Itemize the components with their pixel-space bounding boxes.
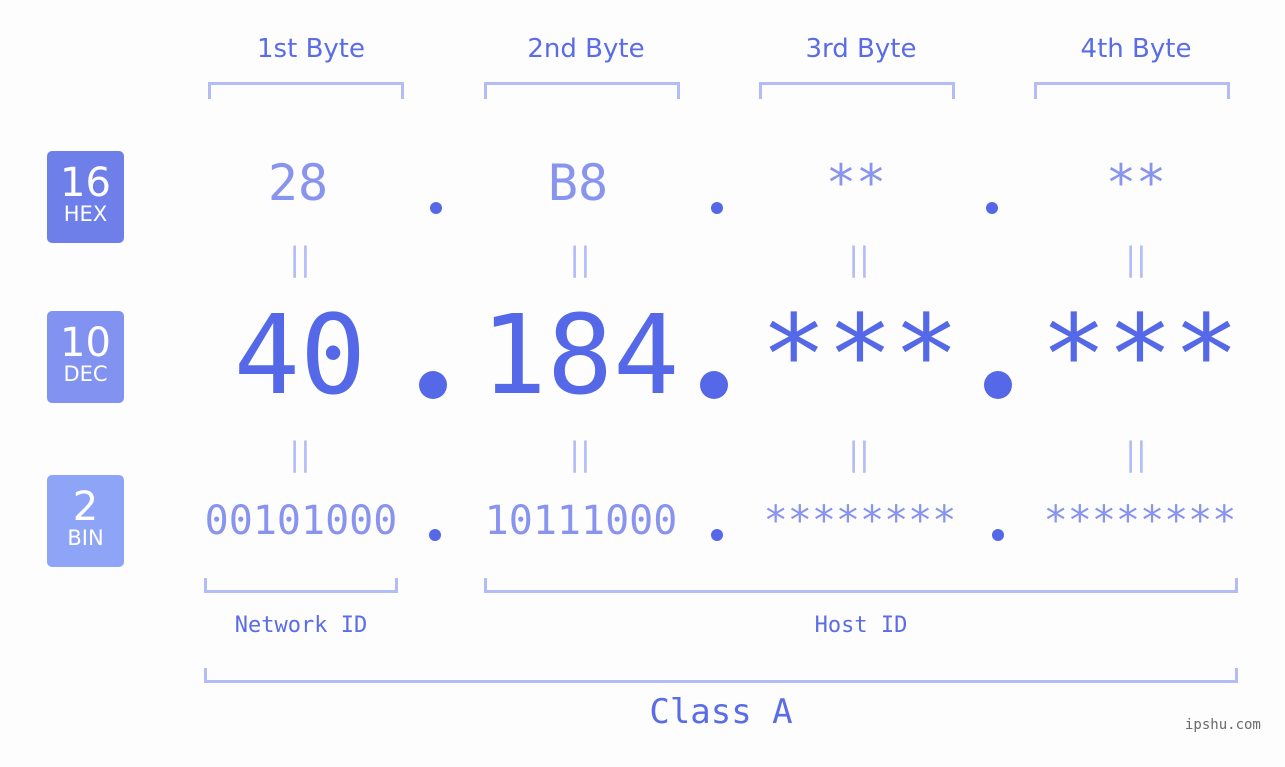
bin-byte-2: 10111000: [484, 498, 678, 544]
byte-bracket-3: [759, 82, 955, 99]
equals-icon: ||: [1125, 240, 1147, 278]
equals-icon: ||: [1125, 435, 1147, 473]
equals-icon: ||: [289, 435, 311, 473]
dec-byte-2: 184: [480, 291, 680, 419]
equals-icon: ||: [848, 240, 870, 278]
byte-bracket-2: [484, 82, 680, 99]
bin-separator-dot: [429, 529, 441, 541]
hex-separator-dot: [430, 202, 442, 214]
byte-header-3: 3rd Byte: [805, 34, 917, 64]
class-bracket: [204, 668, 1238, 683]
equals-icon: ||: [848, 435, 870, 473]
byte-header-1: 1st Byte: [257, 34, 365, 64]
network-id-label: Network ID: [234, 613, 368, 638]
dec-byte-3: ***: [760, 291, 960, 419]
watermark: ipshu.com: [1185, 717, 1261, 733]
byte-header-2: 2nd Byte: [527, 34, 645, 64]
equals-icon: ||: [569, 435, 591, 473]
bin-badge-number: 2: [72, 484, 99, 530]
hex-badge-unit: HEX: [63, 202, 108, 226]
hex-byte-3: **: [825, 154, 887, 212]
byte-bracket-1: [208, 82, 404, 99]
hex-byte-4: **: [1105, 154, 1167, 212]
hex-byte-1: 28: [267, 154, 329, 212]
host-id-label: Host ID: [814, 613, 908, 638]
bin-separator-dot: [711, 529, 723, 541]
equals-icon: ||: [569, 240, 591, 278]
network-id-bracket: [204, 578, 398, 593]
dec-separator-dot: [984, 371, 1012, 399]
host-id-bracket: [484, 578, 1238, 593]
dec-separator-dot: [419, 371, 447, 399]
bin-byte-4: ********: [1043, 498, 1237, 544]
hex-separator-dot: [711, 202, 723, 214]
equals-icon: ||: [289, 240, 311, 278]
class-label: Class A: [649, 692, 793, 732]
bin-byte-3: ********: [763, 498, 957, 544]
dec-byte-1: 40: [233, 291, 367, 419]
bin-byte-1: 00101000: [204, 498, 398, 544]
dec-badge-number: 10: [60, 320, 111, 366]
byte-header-4: 4th Byte: [1080, 34, 1192, 64]
dec-separator-dot: [700, 371, 728, 399]
hex-badge: 16 HEX: [47, 151, 124, 243]
hex-byte-2: B8: [547, 154, 609, 212]
hex-separator-dot: [986, 202, 998, 214]
dec-badge: 10 DEC: [47, 311, 124, 403]
hex-badge-number: 16: [60, 160, 111, 206]
dec-byte-4: ***: [1040, 291, 1240, 419]
byte-bracket-4: [1034, 82, 1230, 99]
bin-separator-dot: [992, 529, 1004, 541]
dec-badge-unit: DEC: [63, 362, 108, 386]
bin-badge: 2 BIN: [47, 475, 124, 567]
bin-badge-unit: BIN: [67, 526, 104, 550]
